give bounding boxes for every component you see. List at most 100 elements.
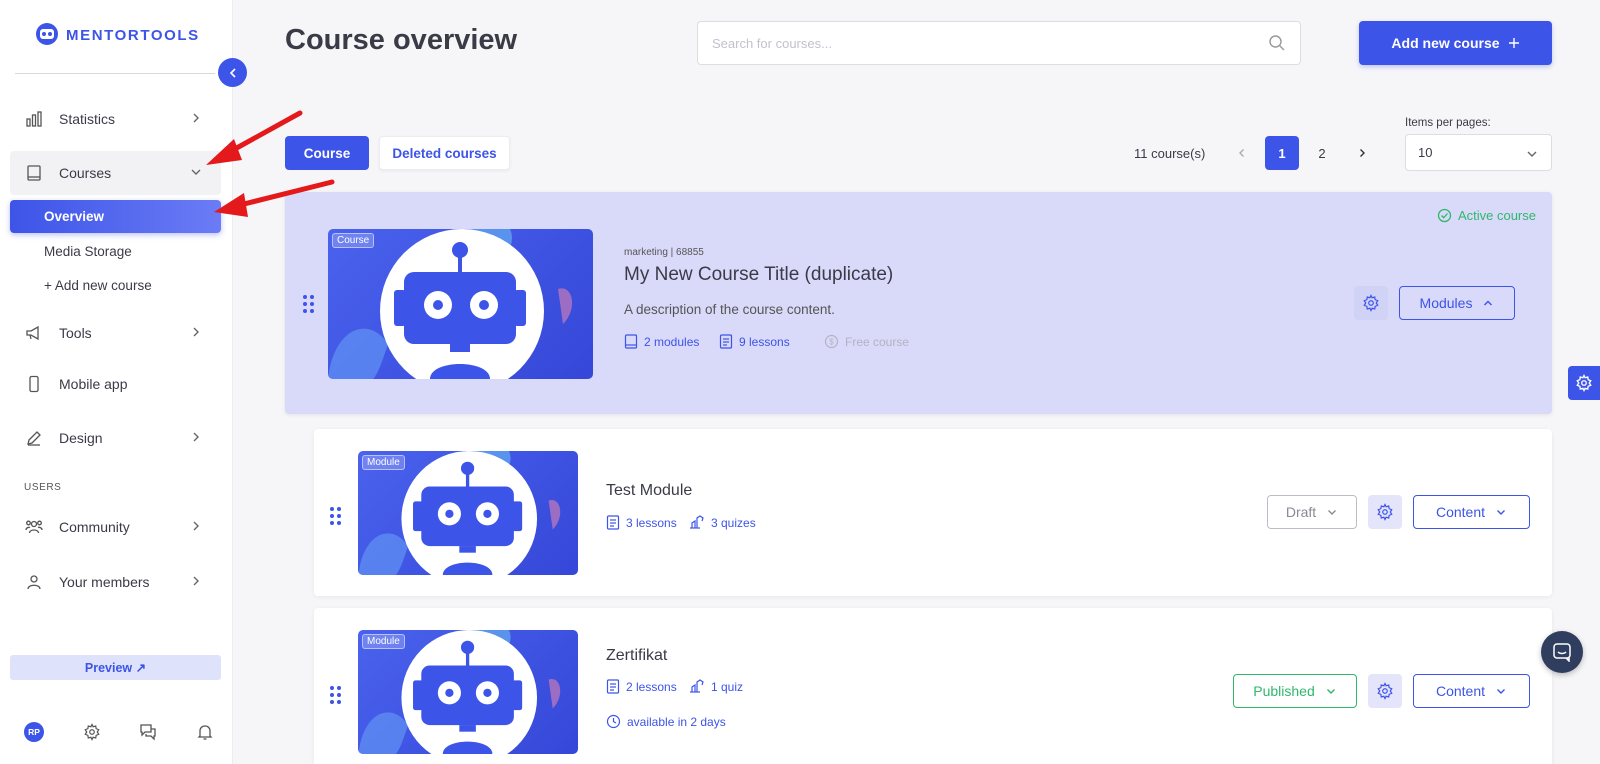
gear-icon: [1576, 374, 1592, 392]
preview-button[interactable]: Preview ↗: [10, 655, 221, 680]
course-title[interactable]: My New Course Title (duplicate): [624, 264, 893, 286]
search-icon[interactable]: [1268, 34, 1286, 52]
module-title[interactable]: Test Module: [606, 482, 692, 500]
book-icon: [624, 334, 638, 349]
module-settings-button[interactable]: [1368, 495, 1402, 529]
course-status-badge: Active course: [1437, 208, 1536, 223]
course-settings-button[interactable]: [1354, 286, 1388, 320]
tab-course[interactable]: Course: [285, 136, 369, 170]
clock-icon: [606, 714, 621, 729]
chat-launcher-button[interactable]: [1541, 631, 1583, 673]
sidebar-item-courses[interactable]: Courses: [10, 151, 221, 195]
sidebar-item-label: Design: [59, 430, 103, 446]
tab-deleted-courses[interactable]: Deleted courses: [379, 136, 510, 170]
bell-icon[interactable]: [196, 723, 214, 741]
sidebar-item-label: Your members: [59, 574, 150, 590]
module-content-button[interactable]: Content: [1413, 674, 1530, 708]
document-icon: [606, 679, 620, 694]
thumbnail-tag: Module: [362, 455, 405, 470]
megaphone-icon: [24, 323, 44, 343]
module-thumbnail: Module: [358, 451, 578, 575]
sidebar-item-your-members[interactable]: Your members: [10, 560, 221, 604]
course-price: $ Free course: [824, 334, 909, 349]
settings-gear-icon[interactable]: [83, 723, 101, 741]
chevron-down-icon: [1497, 689, 1506, 694]
chevron-right-icon: [193, 327, 199, 337]
sidebar-divider: [15, 73, 215, 74]
sidebar-subitem-add-course[interactable]: + Add new course: [10, 269, 221, 302]
module-status-select[interactable]: Draft: [1267, 495, 1357, 529]
course-count: 11 course(s): [1134, 146, 1206, 161]
pagination-next-button[interactable]: [1345, 136, 1379, 170]
chevron-left-icon: [229, 67, 236, 78]
plus-icon: [1508, 38, 1519, 48]
chevron-down-icon: [1527, 151, 1537, 157]
sidebar-item-statistics[interactable]: Statistics: [10, 97, 221, 141]
chevron-left-icon: [1239, 149, 1244, 157]
sidebar-item-mobile-app[interactable]: Mobile app: [10, 362, 221, 406]
module-card[interactable]: Module Test Module 3 lessons 3 quizes Dr…: [314, 429, 1552, 596]
quiz-icon: [690, 679, 704, 693]
sidebar-item-label: Community: [59, 519, 130, 535]
logo-text: MENTORTOOLS: [66, 26, 200, 44]
sidebar-item-tools[interactable]: Tools: [10, 311, 221, 355]
items-per-page-label: Items per pages:: [1405, 117, 1491, 129]
bar-chart-icon: [24, 109, 44, 129]
book-icon: [24, 163, 44, 183]
pagination-page-1[interactable]: 1: [1265, 136, 1299, 170]
pagination-page-2[interactable]: 2: [1305, 136, 1339, 170]
module-settings-button[interactable]: [1368, 674, 1402, 708]
coin-icon: $: [824, 334, 839, 349]
sidebar-subitem-media-storage[interactable]: Media Storage: [10, 235, 221, 268]
course-meta: marketing | 68855: [624, 247, 704, 258]
items-per-page-select[interactable]: 10: [1405, 134, 1552, 171]
sidebar-footer: RP: [24, 722, 214, 742]
search-input[interactable]: [712, 35, 1268, 51]
module-content-button[interactable]: Content: [1413, 495, 1530, 529]
items-per-page-value: 10: [1418, 145, 1433, 160]
add-new-course-button[interactable]: Add new course: [1359, 21, 1552, 65]
sidebar-item-community[interactable]: Community: [10, 505, 221, 549]
gear-icon: [1377, 503, 1393, 521]
section-label-users: USERS: [24, 482, 62, 493]
chat-icon: [1553, 643, 1571, 662]
sidebar: MENTORTOOLS Statistics Courses Overview …: [0, 0, 233, 764]
chevron-right-icon: [193, 113, 199, 123]
course-modules-count: 2 modules: [624, 334, 699, 349]
drag-handle-icon[interactable]: [330, 686, 341, 704]
gear-icon: [1377, 682, 1393, 700]
thumbnail-tag: Course: [332, 233, 375, 248]
sidebar-item-label: Mobile app: [59, 376, 128, 392]
chevron-down-icon: [1328, 510, 1337, 515]
check-circle-icon: [1437, 208, 1452, 223]
modules-toggle-button[interactable]: Modules: [1399, 286, 1515, 320]
svg-text:$: $: [829, 338, 834, 347]
document-icon: [606, 515, 620, 530]
add-new-course-label: Add new course: [1391, 35, 1500, 51]
chevron-down-icon: [1497, 510, 1506, 515]
search-box: [697, 21, 1301, 65]
chevron-down-icon: [1326, 689, 1335, 694]
module-quizzes-count: 3 quizes: [689, 515, 756, 530]
course-card[interactable]: Course marketing | 68855 My New Course T…: [285, 192, 1552, 414]
chevron-right-icon: [193, 521, 199, 531]
sidebar-item-label: Tools: [59, 325, 92, 341]
messages-icon[interactable]: [139, 723, 157, 741]
drag-handle-icon[interactable]: [330, 507, 341, 525]
floating-settings-button[interactable]: [1568, 366, 1600, 400]
module-status-select[interactable]: Published: [1233, 674, 1357, 708]
sidebar-item-design[interactable]: Design: [10, 416, 221, 460]
pagination-prev-button[interactable]: [1225, 136, 1259, 170]
app-logo[interactable]: MENTORTOOLS: [34, 22, 200, 48]
sidebar-item-label: Statistics: [59, 111, 116, 127]
module-quizzes-count: 1 quiz: [689, 679, 743, 694]
collapse-sidebar-button[interactable]: [218, 58, 247, 87]
chevron-down-icon: [191, 169, 201, 175]
drag-handle-icon[interactable]: [303, 295, 314, 313]
module-card[interactable]: Module Zertifikat 2 lessons 1 quiz avail…: [314, 608, 1552, 764]
avatar[interactable]: RP: [24, 722, 44, 742]
module-lessons-count: 2 lessons: [606, 679, 677, 694]
sidebar-subitem-overview[interactable]: Overview: [10, 200, 221, 233]
course-thumbnail: Course: [328, 229, 593, 379]
module-title[interactable]: Zertifikat: [606, 647, 667, 665]
